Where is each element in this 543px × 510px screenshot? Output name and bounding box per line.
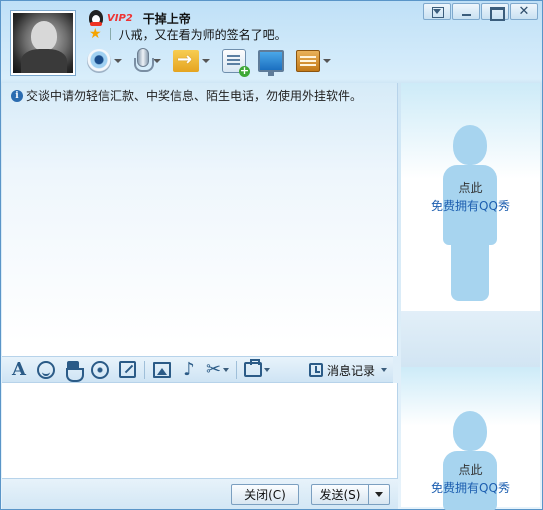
edit-icon (118, 361, 136, 378)
qq-show-link[interactable]: 免费拥有QQ秀 (401, 479, 540, 497)
group-chat-button[interactable] (222, 46, 250, 77)
microphone-icon (134, 48, 154, 74)
maximize-button[interactable] (481, 3, 509, 21)
emoji-button[interactable] (36, 360, 56, 380)
close-button[interactable]: 关闭(C) (231, 484, 299, 505)
apps-button[interactable] (296, 46, 331, 76)
magic-face-icon (91, 360, 109, 379)
info-icon: i (11, 89, 23, 102)
avatar-image (13, 13, 73, 73)
music-icon[interactable]: ♪ (179, 359, 199, 380)
chat-toolbar (87, 45, 343, 77)
format-toolbar: A ♪ ✂ 消息记录 (2, 356, 393, 383)
app-box-icon (296, 50, 320, 72)
window-menu-button[interactable] (423, 3, 451, 20)
panel-divider (401, 311, 540, 367)
smiley-icon (37, 360, 55, 379)
contact-nickname: 干掉上帝 (142, 11, 191, 26)
chevron-down-icon[interactable] (153, 59, 161, 63)
chevron-down-icon[interactable] (323, 59, 331, 63)
qq-show-line1: 点此 (458, 181, 483, 195)
contact-signature: 八戒，又在看为师的签名了吧。 (118, 27, 287, 42)
divider (144, 360, 145, 379)
send-image-button[interactable] (152, 360, 172, 380)
minimize-button[interactable] (452, 3, 480, 20)
message-add-icon (222, 49, 250, 77)
security-notice: i 交谈中请勿轻信汇款、中奖信息、陌生电话，勿使用外挂软件。 (11, 87, 362, 104)
hat-face-icon (64, 360, 84, 382)
magic-emoji-button[interactable] (90, 360, 110, 380)
message-history-area[interactable]: i 交谈中请勿轻信汇款、中奖信息、陌生电话，勿使用外挂软件。 (2, 83, 398, 356)
window-controls: ✕ (422, 3, 538, 21)
divider (236, 360, 238, 379)
chevron-down-icon[interactable] (264, 367, 271, 372)
send-options-button[interactable] (369, 484, 390, 505)
signature-row: ★ 八戒，又在看为师的签名了吧。 (89, 25, 287, 43)
font-icon[interactable]: A (9, 359, 29, 380)
scissors-icon: ✂ (206, 359, 222, 380)
send-button[interactable]: 发送(S) (311, 484, 369, 505)
qq-show-link[interactable]: 免费拥有QQ秀 (401, 197, 540, 215)
image-icon (153, 361, 171, 378)
divider (109, 28, 111, 40)
qq-show-line1: 点此 (458, 463, 483, 477)
briefcase-icon (244, 359, 263, 377)
qq-penguin-icon (89, 10, 103, 26)
monitor-icon (258, 50, 284, 76)
close-window-button[interactable]: ✕ (510, 3, 538, 20)
security-notice-text: 交谈中请勿轻信汇款、中奖信息、陌生电话，勿使用外挂软件。 (26, 89, 363, 103)
my-qq-show-panel[interactable]: 点此 免费拥有QQ秀 (401, 367, 540, 510)
chevron-down-icon[interactable] (223, 367, 230, 372)
contact-avatar[interactable] (10, 10, 76, 76)
voice-button[interactable] (134, 46, 161, 76)
chevron-down-icon[interactable] (381, 368, 387, 372)
webcam-button[interactable] (87, 46, 122, 76)
vip-emoji-button[interactable] (63, 360, 84, 382)
file-transfer-button[interactable] (173, 46, 210, 76)
message-input[interactable] (2, 383, 398, 478)
bottom-bar: 关闭(C) 发送(S) (2, 478, 398, 509)
doodle-button[interactable] (117, 360, 137, 380)
qq-show-promo[interactable]: 点此 免费拥有QQ秀 (401, 179, 540, 215)
qq-show-promo[interactable]: 点此 免费拥有QQ秀 (401, 461, 540, 497)
chat-window: ✕ VIP2 干掉上帝 ★ 八戒，又在看为师的签名了吧。 → + i 交谈中请勿… (0, 0, 543, 510)
remote-desktop-button[interactable] (258, 46, 284, 76)
chevron-down-icon[interactable] (202, 59, 210, 63)
star-icon[interactable]: ★ (89, 27, 102, 41)
webcam-icon (87, 49, 111, 73)
screenshot-button[interactable]: ✂ (206, 359, 230, 380)
vip-badge[interactable]: VIP2 (107, 13, 133, 24)
chevron-down-icon[interactable] (114, 59, 122, 63)
qq-show-panel[interactable]: 点此 免费拥有QQ秀 (401, 83, 540, 311)
folder-send-icon (173, 49, 199, 72)
history-icon (308, 363, 323, 377)
message-history-label: 消息记录 (326, 363, 375, 378)
toolbox-button[interactable] (244, 359, 271, 380)
message-history-button[interactable]: 消息记录 (308, 360, 387, 380)
